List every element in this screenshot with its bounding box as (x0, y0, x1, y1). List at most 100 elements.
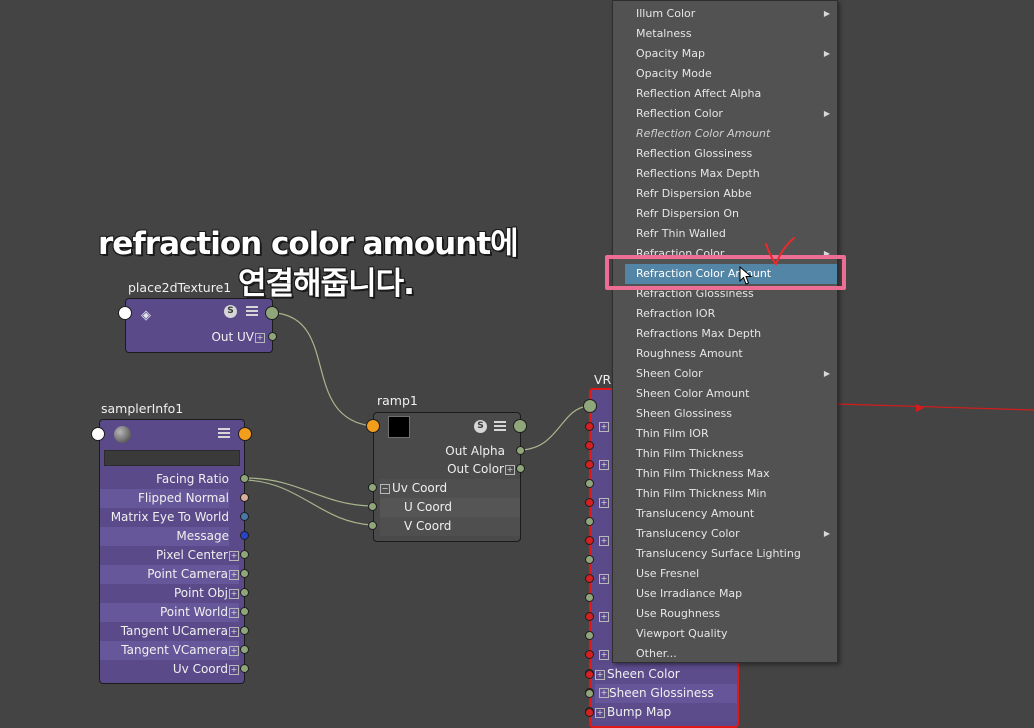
vray-attr-port[interactable] (585, 670, 594, 679)
expand-plus-icon[interactable]: + (229, 569, 239, 580)
ramp-outcolor-port[interactable] (516, 464, 525, 473)
menu-item[interactable]: Reflections Max Depth (625, 164, 837, 184)
expand-plus-icon[interactable]: + (229, 588, 239, 599)
menu-item[interactable]: Refractions Max Depth (625, 324, 837, 344)
sampler-attr-port[interactable] (240, 531, 249, 540)
vray-input-port[interactable] (583, 399, 597, 413)
attr-row-out-color[interactable]: Out Color + (374, 460, 515, 479)
vray-attr-port[interactable] (585, 422, 594, 431)
attr-row-uv-coord[interactable]: − Uv Coord (380, 479, 520, 498)
vray-attr-port[interactable] (585, 574, 594, 583)
ramp-node[interactable]: S Out Alpha Out Color + − Uv Coord U Coord… (373, 412, 521, 542)
ramp-ucoord-port[interactable] (368, 502, 377, 511)
ramp-vcoord-port[interactable] (368, 521, 377, 530)
sampler-attr-port[interactable] (240, 645, 249, 654)
expand-plus-icon[interactable]: + (599, 650, 609, 660)
attr-row-out-uv[interactable]: Out UV + (126, 328, 265, 347)
sampler-input-port[interactable] (91, 427, 105, 441)
expand-plus-icon[interactable]: + (595, 669, 605, 680)
vray-attr-port[interactable] (585, 631, 594, 640)
sampler-attr-port[interactable] (240, 569, 249, 578)
sampler-output-port[interactable] (238, 427, 252, 441)
place2d-outuv-port[interactable] (268, 332, 277, 341)
expand-plus-icon[interactable]: + (599, 460, 609, 470)
attr-row[interactable]: Matrix Eye To World (100, 508, 229, 527)
menu-item[interactable]: Sheen Color ▶ (625, 364, 837, 384)
attr-row[interactable]: Tangent UCamera + (100, 622, 239, 641)
attr-row-sheen-color[interactable]: + Sheen Color (595, 665, 737, 684)
attr-row[interactable]: Uv Coord + (100, 660, 239, 679)
menu-item[interactable]: Reflection Glossiness (625, 144, 837, 164)
menu-item[interactable]: Thin Film Thickness Max (625, 464, 837, 484)
menu-item[interactable]: Reflection Affect Alpha (625, 84, 837, 104)
attr-row[interactable]: Facing Ratio (100, 470, 229, 489)
menu-item[interactable]: Thin Film Thickness Min (625, 484, 837, 504)
expand-plus-icon[interactable]: + (599, 688, 609, 698)
attr-row[interactable]: Point Obj + (100, 584, 239, 603)
attr-row-out-alpha[interactable]: Out Alpha (374, 442, 505, 461)
sampler-attr-port[interactable] (240, 474, 249, 483)
menu-item[interactable]: Thin Film IOR (625, 424, 837, 444)
menu-item[interactable]: Translucency Color ▶ (625, 524, 837, 544)
expand-plus-icon[interactable]: + (229, 626, 239, 637)
menu-item[interactable]: Opacity Map ▶ (625, 44, 837, 64)
ramp-uvcoord-port[interactable] (368, 483, 377, 492)
attr-row[interactable]: Message (100, 527, 229, 546)
ramp-input-port[interactable] (366, 419, 380, 433)
expand-plus-icon[interactable]: + (229, 645, 239, 656)
expand-plus-icon[interactable]: + (255, 332, 265, 343)
sampler-attr-port[interactable] (240, 607, 249, 616)
vray-attr-port[interactable] (585, 612, 594, 621)
attr-row-u-coord[interactable]: U Coord (380, 498, 520, 517)
vray-attr-port[interactable] (585, 460, 594, 469)
vray-attr-port[interactable] (585, 479, 594, 488)
attribute-list-icon[interactable] (494, 421, 506, 432)
solo-badge-icon[interactable]: S (474, 420, 487, 433)
menu-item[interactable]: Translucency Surface Lighting (625, 544, 837, 564)
menu-item[interactable]: Metalness (625, 24, 837, 44)
sampler-attr-port[interactable] (240, 626, 249, 635)
ramp-output-port[interactable] (513, 419, 527, 433)
attribute-list-icon[interactable] (218, 428, 230, 439)
menu-item[interactable]: Sheen Glossiness (625, 404, 837, 424)
vray-attr-port[interactable] (585, 555, 594, 564)
expand-plus-icon[interactable]: + (599, 422, 609, 432)
menu-item[interactable]: Reflection Color ▶ (625, 104, 837, 124)
expand-plus-icon[interactable]: + (505, 464, 515, 475)
menu-item[interactable]: Refraction IOR (625, 304, 837, 324)
menu-item[interactable]: Opacity Mode (625, 64, 837, 84)
sampler-attr-port[interactable] (240, 550, 249, 559)
sampler-node[interactable]: Facing Ratio Flipped Normal Matrix Eye To … (99, 419, 245, 684)
attr-row[interactable]: Tangent VCamera + (100, 641, 239, 660)
collapse-minus-icon[interactable]: − (380, 483, 390, 494)
attribute-list-icon[interactable] (246, 306, 258, 317)
expand-plus-icon[interactable]: + (595, 707, 605, 718)
solo-badge-icon[interactable]: S (224, 305, 237, 318)
vray-attr-port[interactable] (585, 689, 594, 698)
place2d-input-port[interactable] (118, 306, 132, 320)
place2d-node[interactable]: ◈ S Out UV + (125, 298, 273, 353)
attr-row-bump-map[interactable]: + Bump Map (595, 703, 737, 722)
sampler-attr-port[interactable] (240, 664, 249, 673)
sampler-attr-port[interactable] (240, 512, 249, 521)
expand-plus-icon[interactable]: + (599, 574, 609, 584)
vray-attr-port[interactable] (585, 650, 594, 659)
menu-item[interactable]: Translucency Amount (625, 504, 837, 524)
sampler-attr-port[interactable] (240, 588, 249, 597)
vray-attr-port[interactable] (585, 708, 594, 717)
expand-plus-icon[interactable]: + (229, 664, 239, 675)
vray-attr-port[interactable] (585, 441, 594, 450)
menu-item[interactable]: Reflection Color Amount (625, 124, 837, 144)
menu-item[interactable]: Use Roughness (625, 604, 837, 624)
expand-plus-icon[interactable]: + (599, 536, 609, 546)
expand-plus-icon[interactable]: + (599, 612, 609, 622)
menu-item[interactable]: Use Irradiance Map (625, 584, 837, 604)
attr-row[interactable]: Point Camera + (100, 565, 239, 584)
menu-item[interactable]: Thin Film Thickness (625, 444, 837, 464)
attr-row-v-coord[interactable]: V Coord (380, 517, 520, 536)
expand-plus-icon[interactable]: + (229, 550, 239, 561)
vray-attr-port[interactable] (585, 536, 594, 545)
menu-item[interactable]: Viewport Quality (625, 624, 837, 644)
attr-row[interactable]: Flipped Normal (100, 489, 229, 508)
attr-row-sheen-glossiness[interactable]: Sheen Glossiness (595, 684, 737, 703)
